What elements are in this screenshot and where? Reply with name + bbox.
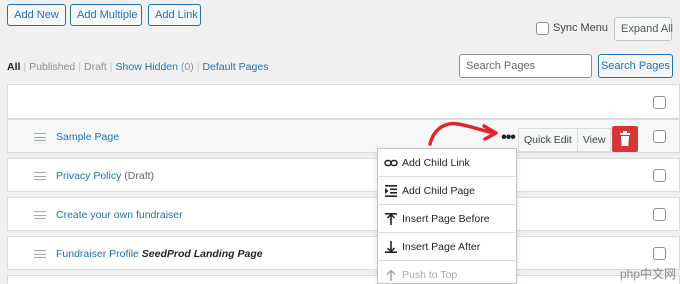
menu-item-insert-page-after[interactable]: Insert Page After	[378, 233, 516, 261]
row-checkbox[interactable]	[653, 208, 666, 221]
filter-default-pages[interactable]: Default Pages	[202, 61, 268, 73]
drag-handle-icon[interactable]	[34, 211, 46, 219]
status-filters: All | Published | Draft | Show Hidden (0) | Defa…	[7, 61, 269, 73]
insert-before-icon	[385, 213, 397, 225]
add-multiple-button[interactable]: Add Multiple	[70, 4, 142, 26]
filter-all[interactable]: All	[7, 61, 20, 73]
add-new-button[interactable]: Add New	[7, 4, 66, 26]
link-icon	[384, 159, 398, 167]
table-row	[7, 275, 680, 284]
template-label: SeedProd Landing Page	[141, 248, 263, 260]
child-page-icon	[385, 185, 397, 197]
sync-menu-checkbox[interactable]	[536, 22, 549, 35]
table-header	[7, 84, 680, 119]
watermark-logo: php中文网	[619, 267, 676, 281]
row-checkbox[interactable]	[653, 130, 666, 143]
sync-menu-label: Sync Menu	[553, 22, 609, 34]
push-top-icon	[386, 269, 396, 281]
table-row[interactable]: Privacy Policy (Draft)	[7, 158, 680, 192]
page-title-link[interactable]: Create your own fundraiser	[56, 209, 183, 221]
table-row[interactable]: Fundraiser Profile SeedProd Landing Page	[7, 236, 680, 270]
select-all-checkbox[interactable]	[653, 96, 666, 109]
annotation-arrow-icon	[428, 121, 498, 146]
menu-item-push-to-top[interactable]: Push to Top	[378, 261, 516, 284]
row-checkbox[interactable]	[653, 169, 666, 182]
page-title-link[interactable]: Sample Page	[56, 131, 119, 143]
page-title-link[interactable]: Privacy Policy (Draft)	[56, 170, 154, 182]
menu-item-add-child-page[interactable]: Add Child Page	[378, 177, 516, 205]
search-input[interactable]	[459, 54, 592, 78]
drag-handle-icon[interactable]	[34, 133, 46, 141]
drag-handle-icon[interactable]	[34, 172, 46, 180]
insert-after-icon	[385, 241, 397, 253]
view-button[interactable]: View	[577, 128, 612, 152]
filter-draft[interactable]: Draft	[84, 61, 107, 73]
page-title-link[interactable]: Fundraiser Profile SeedProd Landing Page	[56, 248, 263, 260]
menu-item-insert-page-before[interactable]: Insert Page Before	[378, 205, 516, 233]
trash-icon	[620, 131, 630, 146]
page-actions-menu: Add Child Link Add Child Page Insert Pag…	[377, 148, 517, 284]
hidden-count: (0)	[180, 61, 194, 73]
drag-handle-icon[interactable]	[34, 250, 46, 258]
draft-state: (Draft)	[124, 170, 155, 182]
filter-published[interactable]: Published	[29, 61, 75, 73]
quick-edit-button[interactable]: Quick Edit	[518, 128, 578, 152]
table-row[interactable]: Create your own fundraiser	[7, 197, 680, 231]
row-checkbox[interactable]	[653, 247, 666, 260]
delete-button[interactable]	[612, 126, 638, 152]
filter-show-hidden[interactable]: Show Hidden	[116, 61, 178, 73]
expand-all-button[interactable]: Expand All	[614, 17, 673, 41]
menu-item-add-child-link[interactable]: Add Child Link	[378, 149, 516, 177]
search-button[interactable]: Search Pages	[598, 54, 673, 78]
add-link-button[interactable]: Add Link	[148, 4, 201, 26]
